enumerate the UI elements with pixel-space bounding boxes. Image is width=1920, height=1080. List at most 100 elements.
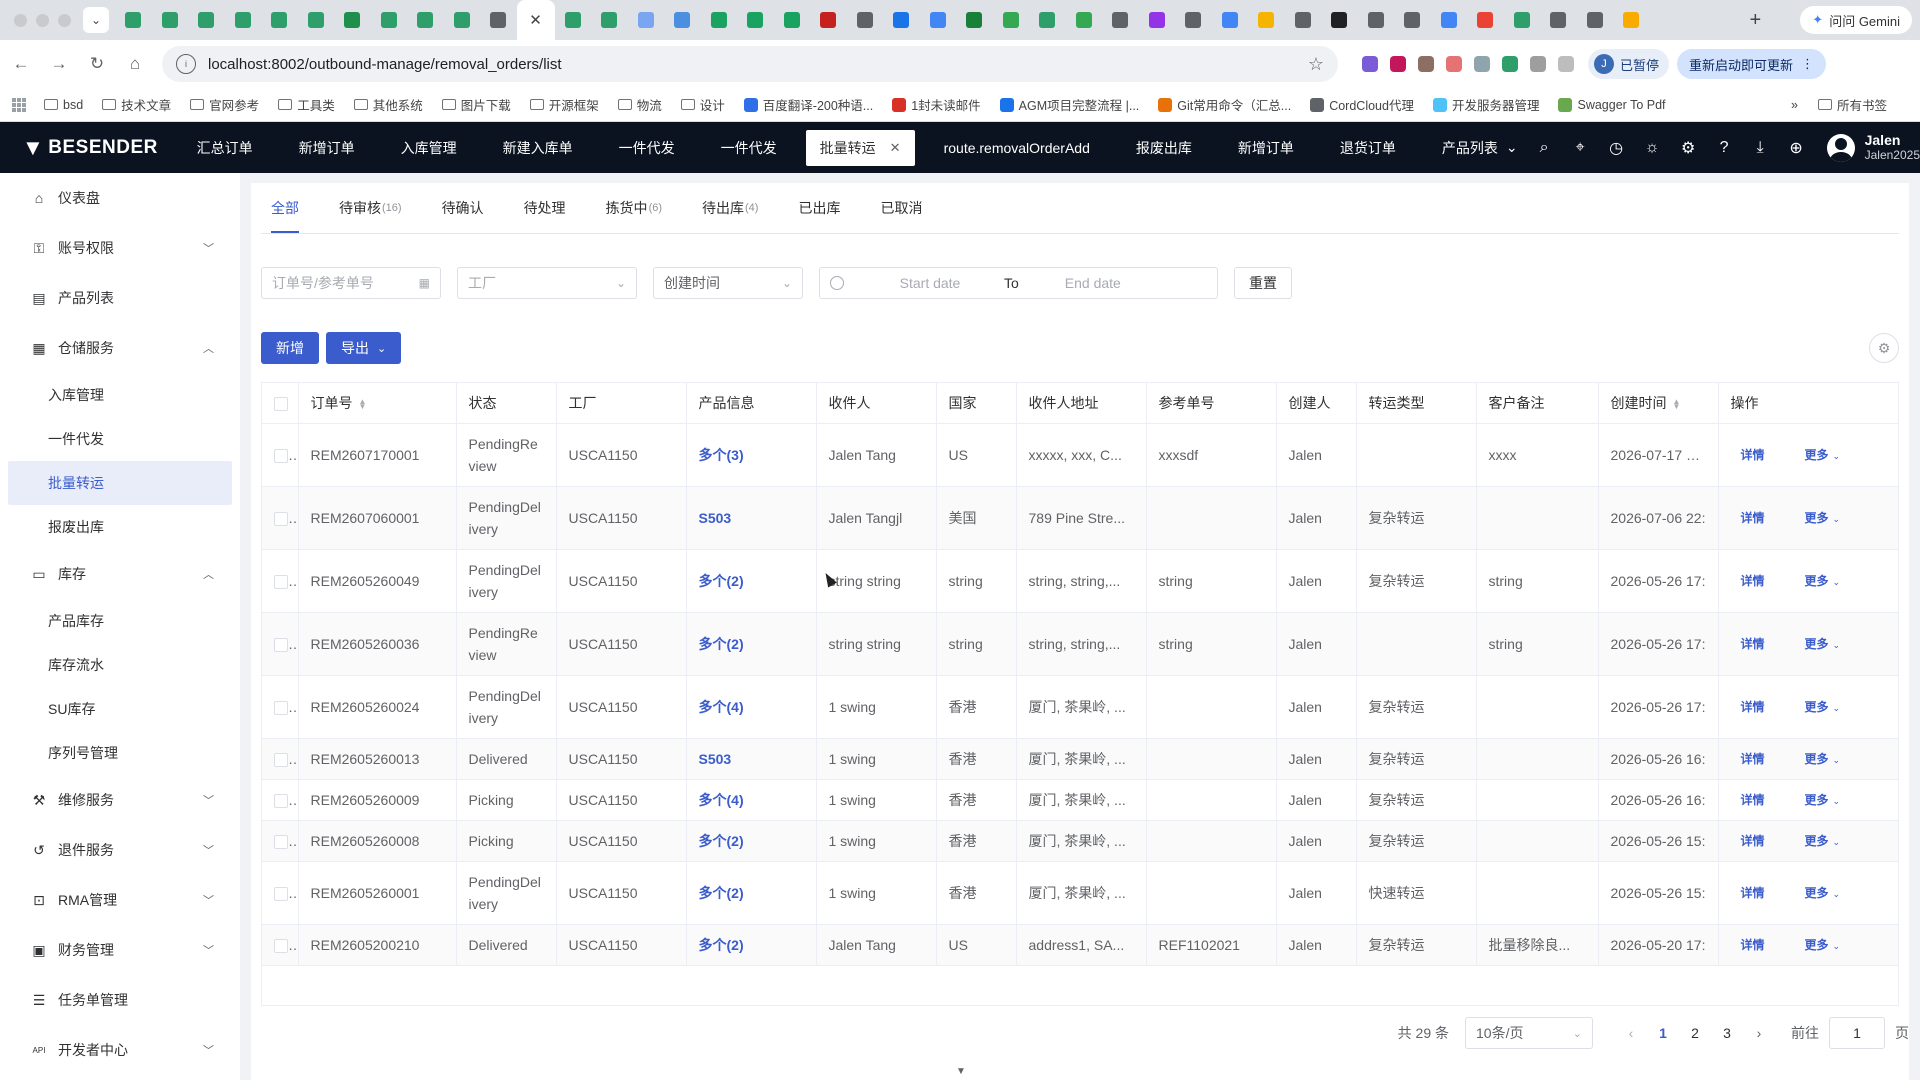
page-tab[interactable]: 一件代发	[698, 130, 800, 166]
browser-tab[interactable]	[261, 0, 298, 40]
date-range-picker[interactable]: Start date To End date	[819, 267, 1218, 299]
row-checkbox[interactable]	[274, 938, 288, 953]
browser-tab[interactable]	[407, 0, 444, 40]
sidebar-subitem-active[interactable]: 批量转运	[8, 461, 232, 505]
row-checkbox[interactable]	[274, 752, 288, 767]
browser-tab[interactable]	[298, 0, 335, 40]
chevron-right-icon[interactable]: »	[1791, 98, 1798, 112]
row-checkbox[interactable]	[274, 793, 288, 808]
row-checkbox[interactable]	[274, 834, 288, 849]
page-number-button[interactable]: 2	[1679, 1025, 1711, 1041]
browser-tab[interactable]	[1431, 0, 1468, 40]
bookmark-item[interactable]: 1封未读邮件	[892, 95, 981, 114]
sidebar-item[interactable]: ▤ 产品列表	[0, 273, 240, 323]
browser-tab[interactable]	[1321, 0, 1358, 40]
extension-icon[interactable]	[1474, 56, 1490, 72]
help-icon[interactable]: ?	[1716, 139, 1733, 157]
product-link[interactable]: 多个(2)	[699, 636, 744, 652]
browser-tab[interactable]	[188, 0, 225, 40]
browser-tab[interactable]	[152, 0, 189, 40]
page-tab[interactable]: 产品列表	[1419, 130, 1498, 166]
extension-icon[interactable]	[1362, 56, 1378, 72]
forward-button[interactable]: →	[42, 47, 76, 81]
kebab-menu-icon[interactable]: ⋮	[1801, 56, 1814, 72]
detail-link[interactable]: 详情	[1741, 448, 1765, 462]
export-button[interactable]: 导出 ⌄	[326, 332, 402, 364]
bookmark-item[interactable]: 物流	[617, 95, 662, 114]
sidebar-subitem[interactable]: 报废出库	[0, 505, 240, 549]
bookmark-item[interactable]: 开源框架	[529, 95, 599, 114]
reload-button[interactable]: ↻	[80, 47, 114, 81]
product-link[interactable]: 多个(3)	[699, 447, 744, 463]
sidebar-subitem[interactable]: 产品库存	[0, 599, 240, 643]
browser-tab[interactable]	[591, 0, 628, 40]
product-link[interactable]: 多个(4)	[699, 792, 744, 808]
more-dropdown[interactable]: 更多 ⌄	[1805, 834, 1841, 848]
add-circle-icon[interactable]: ⊕	[1788, 138, 1805, 158]
browser-tab[interactable]	[1248, 0, 1285, 40]
browser-tab[interactable]	[956, 0, 993, 40]
browser-tab[interactable]	[1467, 0, 1504, 40]
bookmark-item[interactable]: bsd	[44, 98, 83, 112]
more-dropdown[interactable]: 更多 ⌄	[1805, 448, 1841, 462]
row-checkbox[interactable]	[274, 511, 288, 526]
product-link[interactable]: S503	[699, 510, 732, 526]
site-info-icon[interactable]: i	[176, 54, 196, 74]
product-link[interactable]: 多个(2)	[699, 937, 744, 953]
browser-tab[interactable]	[555, 0, 592, 40]
sidebar-item[interactable]: ☰ 任务单管理	[0, 975, 240, 1025]
browser-tab[interactable]	[883, 0, 920, 40]
download-icon[interactable]: ⤓	[1752, 139, 1769, 157]
extension-icon[interactable]	[1418, 56, 1434, 72]
status-tab[interactable]: 待处理	[504, 183, 586, 233]
browser-tab[interactable]	[1029, 0, 1066, 40]
logo[interactable]: ▼ BESENDER	[0, 135, 174, 161]
status-tab[interactable]: 已取消	[860, 183, 942, 233]
browser-tab[interactable]	[920, 0, 957, 40]
browser-tab[interactable]	[664, 0, 701, 40]
row-checkbox[interactable]	[274, 700, 288, 715]
extension-icon[interactable]	[1502, 56, 1518, 72]
bookmark-item[interactable]: Swagger To Pdf	[1558, 97, 1666, 112]
status-tab[interactable]: 待出库 (4)	[682, 183, 778, 233]
browser-tab[interactable]	[225, 0, 262, 40]
detail-link[interactable]: 详情	[1741, 886, 1765, 900]
product-link[interactable]: 多个(2)	[699, 885, 744, 901]
bookmark-item[interactable]: 图片下载	[441, 95, 511, 114]
bookmark-item[interactable]: 其他系统	[353, 95, 423, 114]
active-browser-tab[interactable]: ✕	[516, 0, 555, 40]
bookmark-item[interactable]: 技术文章	[102, 95, 171, 114]
page-tab[interactable]: 退货订单	[1317, 130, 1419, 166]
detail-link[interactable]: 详情	[1741, 700, 1765, 714]
start-date-input[interactable]: Start date	[864, 275, 996, 291]
browser-tab[interactable]	[1577, 0, 1614, 40]
browser-tab[interactable]	[1139, 0, 1176, 40]
browser-tab[interactable]	[847, 0, 884, 40]
detail-link[interactable]: 详情	[1741, 938, 1765, 952]
page-size-select[interactable]: 10条/页 ⌄	[1465, 1017, 1593, 1049]
sidebar-item[interactable]: API 开发者中心 ﹀	[0, 1025, 240, 1075]
detail-link[interactable]: 详情	[1741, 834, 1765, 848]
page-tab[interactable]: 新建入库单	[480, 130, 596, 166]
goto-page-input[interactable]: 1	[1829, 1017, 1885, 1049]
more-dropdown[interactable]: 更多 ⌄	[1805, 574, 1841, 588]
sidebar-subitem[interactable]: 序列号管理	[0, 731, 240, 775]
add-button[interactable]: 新增	[261, 332, 319, 364]
browser-tab[interactable]	[1358, 0, 1395, 40]
profile-button[interactable]: J 已暂停	[1588, 49, 1670, 79]
bookmark-item[interactable]: CordCloud代理	[1310, 95, 1414, 114]
address-bar[interactable]: i localhost:8002/outbound-manage/removal…	[162, 46, 1338, 82]
page-number-button[interactable]: 3	[1711, 1025, 1743, 1041]
browser-tab[interactable]	[737, 0, 774, 40]
bookmark-star-icon[interactable]: ☆	[1308, 54, 1324, 75]
more-dropdown[interactable]: 更多 ⌄	[1805, 752, 1841, 766]
more-dropdown[interactable]: 更多 ⌄	[1805, 511, 1841, 525]
page-tab[interactable]: 汇总订单	[174, 130, 276, 166]
sidebar-subitem[interactable]: 一件代发	[0, 417, 240, 461]
sun-icon[interactable]: ☼	[1644, 139, 1661, 157]
factory-select[interactable]: 工厂 ⌄	[457, 267, 637, 299]
gemini-button[interactable]: ✦ 问问 Gemini	[1800, 6, 1912, 34]
product-link[interactable]: 多个(2)	[699, 573, 744, 589]
apps-grid-icon[interactable]	[12, 97, 26, 112]
sidebar-subitem[interactable]: SU库存	[0, 687, 240, 731]
